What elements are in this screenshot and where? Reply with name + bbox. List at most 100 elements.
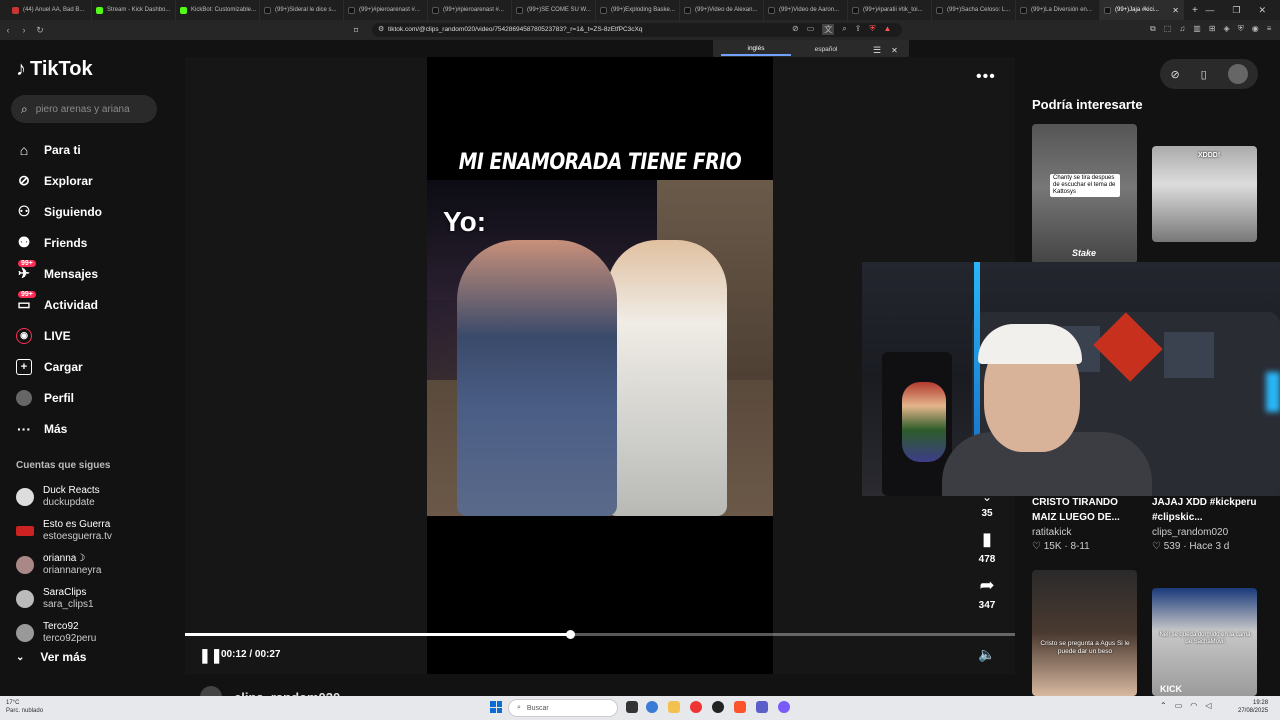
weather-widget[interactable]: 17°C Parc. nublado <box>6 699 43 715</box>
copilot-icon[interactable] <box>646 701 658 713</box>
coins-icon[interactable]: ⊘ <box>1170 68 1179 81</box>
tab-label: (99+)Exploding Baske... <box>611 7 675 13</box>
brave-icon[interactable] <box>734 701 746 713</box>
bookmark-icon[interactable]: ⌑ <box>354 26 358 35</box>
wallet-icon[interactable]: ◉ <box>1252 24 1259 34</box>
see-more-button[interactable]: ⌄ Ver más <box>16 650 86 664</box>
following-account[interactable]: Terco92 terco92peru <box>16 616 176 650</box>
translate-close-icon[interactable]: ✕ <box>891 46 898 55</box>
following-account[interactable]: Duck Reacts duckupdate <box>16 480 176 514</box>
bookmark-icon[interactable]: ▮ <box>982 528 992 550</box>
browser-tab[interactable]: (99+)Sideral le dice s... <box>260 0 344 20</box>
browser-tab[interactable]: (99+)#pieroarenast #... <box>344 0 428 20</box>
tab-favicon-icon <box>12 6 19 14</box>
share-icon[interactable]: ➦ <box>979 574 994 596</box>
window-close-icon[interactable]: ✕ <box>1258 5 1266 16</box>
translate-source-tab[interactable]: inglés <box>721 45 791 56</box>
extension-icon[interactable]: ⧉ <box>1150 24 1156 34</box>
browser-tab[interactable]: (99+)Video de Aaron... <box>764 0 848 20</box>
clock[interactable]: 19:28 27/08/2025 <box>1238 699 1268 715</box>
zoom-icon[interactable]: ⌕ <box>842 24 846 35</box>
sidebar-toggle-icon[interactable]: ▥ <box>1193 24 1201 34</box>
recommendation-thumbnail[interactable]: XDDD! <box>1152 146 1257 242</box>
extension-icon[interactable]: ⬚ <box>1164 24 1172 34</box>
thumbnail-overlay-text: Nell se queda dormido en la cama de Sach… <box>1159 632 1251 645</box>
tab-favicon-icon <box>96 6 103 14</box>
recommendation-meta[interactable]: CRISTO TIRANDO MAIZ LUEGO DE... ratitaki… <box>1032 495 1144 552</box>
following-account[interactable]: SaraClips sara_clips1 <box>16 582 176 616</box>
extension-icon[interactable]: ◈ <box>1224 24 1230 34</box>
volume-icon[interactable]: ◁ <box>1205 701 1211 710</box>
browser-tab[interactable]: (99+)Sacha Celoso: L... <box>932 0 1016 20</box>
avatar <box>16 488 34 506</box>
browser-tab[interactable]: (99+)SE COME SU W... <box>512 0 596 20</box>
forward-icon[interactable]: › <box>16 25 32 35</box>
wifi-icon[interactable]: ◠ <box>1190 701 1197 710</box>
share-icon[interactable]: ⇪ <box>855 24 862 35</box>
pause-icon[interactable]: ❚❚ <box>199 647 222 664</box>
translate-menu-icon[interactable]: ☰ <box>873 45 881 56</box>
maximize-icon[interactable]: ❐ <box>1232 5 1240 16</box>
cast-icon[interactable]: ▭ <box>807 24 815 35</box>
browser-tab[interactable]: Stream - Kick Dashbo... <box>92 0 176 20</box>
sidebar-item-mas[interactable]: ··· Más <box>16 413 176 444</box>
new-tab-icon[interactable]: + <box>1192 5 1198 16</box>
extension-icon[interactable]: ⊞ <box>1209 24 1216 34</box>
media-icon[interactable]: ♫ <box>1179 24 1185 34</box>
vpn-icon[interactable]: ⛨ <box>1238 24 1244 34</box>
following-account[interactable]: Esto es Guerra estoesguerra.tv <box>16 514 176 548</box>
sidebar-item-siguiendo[interactable]: ⚇ Siguiendo <box>16 196 176 227</box>
task-view-icon[interactable] <box>626 701 638 713</box>
app-icon[interactable] <box>778 701 790 713</box>
sidebar-item-para-ti[interactable]: ⌂ Para ti <box>16 134 176 165</box>
tiktok-logo[interactable]: ♪ TikTok <box>16 58 93 81</box>
browser-tab[interactable]: (99+)#pieroarenast #... <box>428 0 512 20</box>
app-icon[interactable] <box>712 701 724 713</box>
volume-icon[interactable]: 🔈 <box>978 646 995 663</box>
reader-icon[interactable]: ⊘ <box>792 24 799 35</box>
video-frame[interactable]: Yo: <box>427 180 773 516</box>
recommendation-stats: ♡ 539 · Hace 3 d <box>1152 541 1230 552</box>
avatar[interactable] <box>1227 64 1248 84</box>
sidebar-item-cargar[interactable]: + Cargar <box>16 351 176 382</box>
more-options-icon[interactable]: ••• <box>976 68 996 86</box>
taskbar-search[interactable]: ⌕ Buscar <box>508 699 618 717</box>
sidebar-item-mensajes[interactable]: ✈ 99+ Mensajes <box>16 258 176 289</box>
app-icon[interactable] <box>690 701 702 713</box>
sidebar-item-live[interactable]: ◉ LIVE <box>16 320 176 351</box>
browser-tab[interactable]: (99+)Video de Alexan... <box>680 0 764 20</box>
rewards-icon[interactable]: ▲ <box>883 24 891 35</box>
menu-icon[interactable]: ≡ <box>1267 24 1272 34</box>
sidebar-item-friends[interactable]: ⚉ Friends <box>16 227 176 258</box>
site-info-icon[interactable]: ⚙ <box>378 25 384 33</box>
brave-shield-icon[interactable]: ⛨ <box>869 24 875 35</box>
recommendation-meta[interactable]: JAJAJ XDD #kickperu #clipskic... clips_r… <box>1152 495 1264 552</box>
sidebar-item-actividad[interactable]: ▭ 99+ Actividad <box>16 289 176 320</box>
device-icon[interactable]: ▯ <box>1201 68 1207 81</box>
translate-target-tab[interactable]: español <box>791 46 861 55</box>
browser-tab[interactable]: (99+)#paratii #tik_toi... <box>848 0 932 20</box>
account-name: orianna☽ <box>43 553 86 564</box>
following-account[interactable]: orianna☽ oriannaneyra <box>16 548 176 582</box>
browser-tab[interactable]: KickBot: Customizable... <box>176 0 260 20</box>
minimize-icon[interactable]: — <box>1205 5 1214 16</box>
sidebar-item-perfil[interactable]: Perfil <box>16 382 176 413</box>
tab-close-icon[interactable]: ✕ <box>1172 6 1179 15</box>
browser-tab-active[interactable]: (99+)Jaja #kici... ✕ <box>1100 0 1184 20</box>
recommendation-thumbnail[interactable]: Nell se queda dormido en la cama de Sach… <box>1152 588 1257 696</box>
browser-tab[interactable]: (99+)Exploding Baske... <box>596 0 680 20</box>
windows-start-icon[interactable] <box>490 701 502 713</box>
sidebar-item-explorar[interactable]: ⊘ Explorar <box>16 165 176 196</box>
search-input[interactable]: ⌕ piero arenas y ariana <box>11 95 157 123</box>
recommendation-thumbnail[interactable]: Cristo se pregunta a Agus Si le puede da… <box>1032 570 1137 696</box>
recommendation-thumbnail[interactable]: Chanty se tira despues de escuchar el te… <box>1032 124 1137 264</box>
teams-icon[interactable] <box>756 701 768 713</box>
reload-icon[interactable]: ↻ <box>32 25 48 36</box>
browser-tab[interactable]: (99+)La Diversión en... <box>1016 0 1100 20</box>
browser-tab[interactable]: (44) Anuel AA, Bad B... <box>8 0 92 20</box>
tray-chevron-icon[interactable]: ⌃ <box>1160 701 1167 710</box>
file-explorer-icon[interactable] <box>668 701 680 713</box>
back-icon[interactable]: ‹ <box>0 25 16 35</box>
translate-icon[interactable]: 文 <box>822 24 835 35</box>
tray-app-icon[interactable]: ▭ <box>1175 701 1183 710</box>
